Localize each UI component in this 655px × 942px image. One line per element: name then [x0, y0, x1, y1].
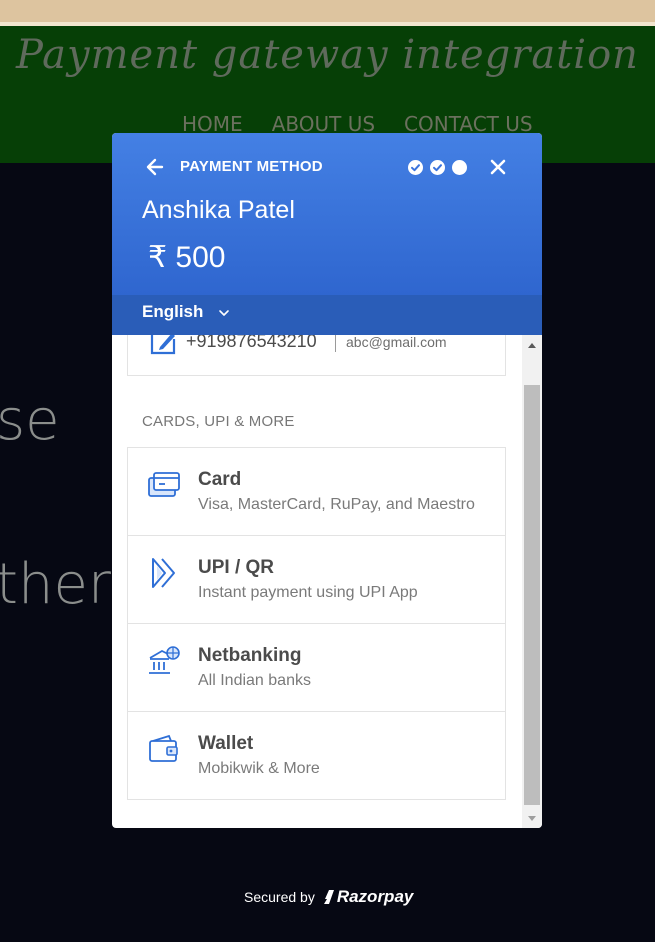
chevron-down-icon[interactable]	[218, 309, 230, 317]
bank-icon	[149, 646, 180, 674]
method-name: Netbanking	[198, 645, 302, 666]
method-desc: All Indian banks	[198, 672, 311, 689]
step-complete-icon	[430, 160, 445, 175]
progress-steps	[408, 160, 467, 175]
site-title: Payment gateway integration	[16, 32, 639, 78]
merchant-name: Anshika Patel	[142, 196, 295, 224]
header-title: PAYMENT METHOD	[180, 158, 323, 175]
step-current-icon	[452, 160, 467, 175]
contact-divider	[335, 335, 336, 352]
scroll-up-arrow-icon[interactable]	[528, 343, 536, 348]
method-netbanking[interactable]: Netbanking All Indian banks	[128, 624, 505, 712]
contact-details[interactable]: +919876543210 abc@gmail.com	[127, 335, 506, 376]
method-card[interactable]: Card Visa, MasterCard, RuPay, and Maestr…	[128, 448, 505, 536]
background-text-2: ther.	[0, 552, 124, 617]
secured-by-badge: Secured by Razorpay	[244, 887, 413, 907]
back-arrow-icon[interactable]	[145, 156, 165, 178]
close-icon[interactable]	[489, 158, 507, 176]
payment-amount: ₹ 500	[148, 241, 226, 274]
method-wallet[interactable]: Wallet Mobikwik & More	[128, 712, 505, 799]
method-name: Card	[198, 469, 242, 490]
payment-modal: PAYMENT METHOD Anshika Patel ₹ 500 Engli…	[112, 133, 542, 828]
method-name: UPI / QR	[198, 557, 275, 578]
step-complete-icon	[408, 160, 423, 175]
wallet-icon	[149, 734, 178, 762]
upi-icon	[152, 558, 175, 588]
method-name: Wallet	[198, 733, 254, 754]
edit-icon[interactable]	[148, 335, 178, 357]
method-upi[interactable]: UPI / QR Instant payment using UPI App	[128, 536, 505, 624]
razorpay-logo: Razorpay	[323, 887, 414, 907]
background-text-1: se	[0, 388, 60, 453]
payment-methods-list: Card Visa, MasterCard, RuPay, and Maestr…	[127, 447, 506, 800]
language-selector[interactable]: English	[142, 302, 203, 322]
razorpay-mark-icon	[323, 890, 334, 904]
card-icon	[148, 472, 180, 497]
contact-email: abc@gmail.com	[346, 335, 447, 350]
razorpay-brand: Razorpay	[336, 887, 414, 906]
modal-header: PAYMENT METHOD Anshika Patel ₹ 500	[112, 133, 542, 295]
contact-phone: +919876543210	[186, 335, 317, 351]
top-strip	[0, 0, 655, 24]
scroll-thumb[interactable]	[524, 385, 540, 805]
secured-by-text: Secured by	[244, 889, 315, 905]
scroll-down-arrow-icon[interactable]	[528, 816, 536, 821]
method-desc: Instant payment using UPI App	[198, 584, 418, 601]
method-desc: Mobikwik & More	[198, 760, 320, 777]
scrollbar[interactable]	[522, 335, 542, 828]
section-title: CARDS, UPI & MORE	[142, 413, 295, 430]
modal-content: +919876543210 abc@gmail.com CARDS, UPI &…	[112, 335, 522, 828]
method-desc: Visa, MasterCard, RuPay, and Maestro	[198, 496, 475, 513]
